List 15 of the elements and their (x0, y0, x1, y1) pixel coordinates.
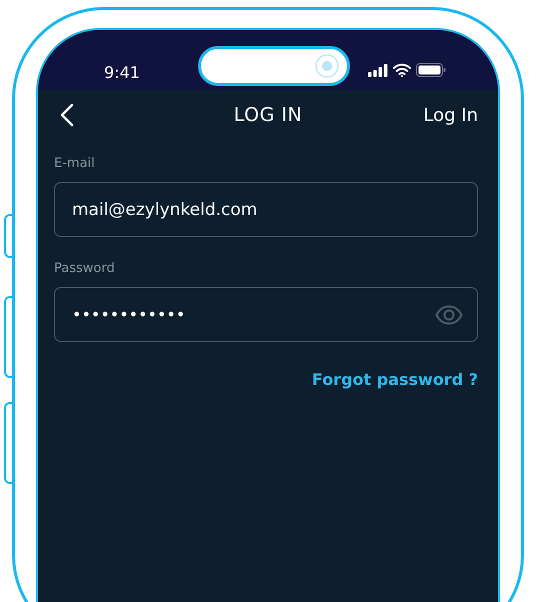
log-in-button[interactable]: Log In (423, 104, 478, 126)
eye-icon[interactable] (435, 304, 463, 324)
back-button[interactable] (60, 103, 74, 127)
camera-icon (314, 53, 340, 79)
email-field[interactable]: mail@ezylynkeld.com (54, 182, 478, 237)
chevron-left-icon (60, 103, 74, 127)
password-field[interactable]: •••••••••••• (54, 287, 478, 342)
field-label: Password (54, 261, 116, 276)
screen-title: LOG IN (234, 104, 302, 126)
signal-icon (368, 64, 388, 76)
battery-icon (416, 63, 446, 77)
status-time: 9:41 (104, 62, 140, 82)
wifi-icon (393, 63, 411, 77)
field-label: E-mail (54, 156, 96, 171)
forgot-password-link[interactable]: Forgot password ? (312, 370, 478, 389)
